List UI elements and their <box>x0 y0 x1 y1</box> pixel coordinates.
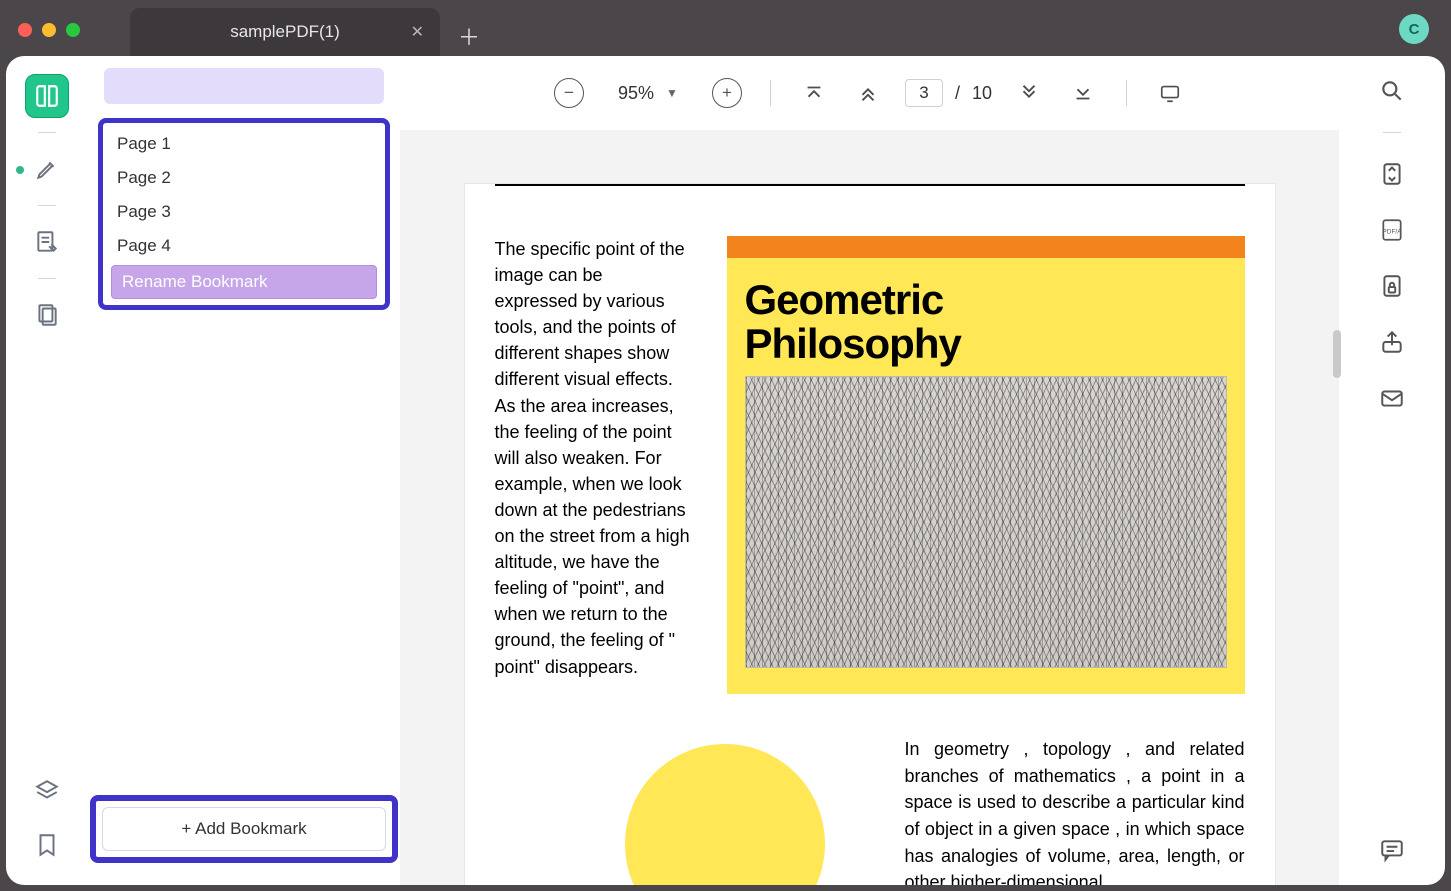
zoom-value: 95% <box>618 83 654 104</box>
total-pages: 10 <box>972 83 992 104</box>
bookmark-item[interactable]: Page 4 <box>107 229 381 263</box>
toolbar-divider <box>770 80 771 106</box>
next-page-button[interactable] <box>1012 76 1046 110</box>
zoom-in-button[interactable]: + <box>710 76 744 110</box>
app-window: Page 1 Page 2 Page 3 Page 4 Rename Bookm… <box>6 56 1445 885</box>
chevron-up-bar-icon <box>803 82 825 104</box>
search-icon <box>1379 78 1405 104</box>
chevrons-down-icon <box>1018 82 1040 104</box>
convert-icon <box>1379 161 1405 187</box>
share-button[interactable] <box>1375 325 1409 359</box>
hero-panel: Geometric Philosophy <box>727 258 1245 694</box>
document-tab[interactable]: samplePDF(1) ✕ <box>130 8 440 56</box>
prev-page-button[interactable] <box>851 76 885 110</box>
hero-title-line2: Philosophy <box>745 322 1227 366</box>
bookmarks-sidebar: Page 1 Page 2 Page 3 Page 4 Rename Bookm… <box>88 56 400 885</box>
titlebar: samplePDF(1) ✕ ＋ C <box>0 0 1451 60</box>
rail-divider <box>38 132 56 133</box>
document-viewport[interactable]: The specific point of the image can be e… <box>400 130 1339 885</box>
zoom-out-button[interactable]: − <box>552 76 586 110</box>
file-lock-icon <box>1379 273 1405 299</box>
chevron-down-icon: ▼ <box>666 86 678 100</box>
rename-bookmark-input[interactable]: Rename Bookmark <box>111 265 377 299</box>
svg-text:PDF/A: PDF/A <box>1382 228 1402 235</box>
add-bookmark-button[interactable]: + Add Bookmark <box>102 807 386 851</box>
new-tab-button[interactable]: ＋ <box>458 20 480 52</box>
pdfa-button[interactable]: PDF/A <box>1375 213 1409 247</box>
page-separator: / <box>955 83 960 104</box>
current-page-input[interactable]: 3 <box>905 79 943 107</box>
highlighter-tool-button[interactable] <box>25 147 69 191</box>
toolbar-divider <box>1126 80 1127 106</box>
user-avatar[interactable]: C <box>1399 14 1429 44</box>
presentation-icon <box>1159 82 1181 104</box>
hero-block: Geometric Philosophy <box>727 236 1245 694</box>
layers-button[interactable] <box>25 769 69 813</box>
maximize-window-button[interactable] <box>66 23 80 37</box>
pages-tool-button[interactable] <box>25 293 69 337</box>
chevrons-up-icon <box>857 82 879 104</box>
sidebar-search-input[interactable] <box>104 68 384 104</box>
zoom-select[interactable]: 95% ▼ <box>606 83 690 104</box>
highlighter-icon <box>34 156 60 182</box>
bookmark-button[interactable] <box>25 823 69 867</box>
bookmark-list-highlight: Page 1 Page 2 Page 3 Page 4 Rename Bookm… <box>98 118 390 310</box>
share-icon <box>1379 329 1405 355</box>
presentation-button[interactable] <box>1153 76 1187 110</box>
close-tab-icon[interactable]: ✕ <box>411 22 424 42</box>
left-tool-rail <box>6 56 88 885</box>
minimize-window-button[interactable] <box>42 23 56 37</box>
document-toolbar: − 95% ▼ + 3 / 10 <box>400 66 1339 120</box>
tab-title: samplePDF(1) <box>230 22 340 42</box>
active-indicator-dot <box>16 166 24 174</box>
edit-tool-button[interactable] <box>25 220 69 264</box>
comments-button[interactable] <box>1375 833 1409 867</box>
pdfa-icon: PDF/A <box>1379 217 1405 243</box>
hero-stripe <box>727 236 1245 258</box>
rail-divider <box>38 278 56 279</box>
comment-icon <box>1379 837 1405 863</box>
layers-icon <box>34 778 60 804</box>
rail-divider <box>38 205 56 206</box>
body-text-left: The specific point of the image can be e… <box>495 236 691 694</box>
bookmark-item[interactable]: Page 2 <box>107 161 381 195</box>
edit-document-icon <box>34 229 60 255</box>
search-button[interactable] <box>1375 74 1409 108</box>
first-page-button[interactable] <box>797 76 831 110</box>
convert-button[interactable] <box>1375 157 1409 191</box>
document-rule <box>495 184 1245 186</box>
page-indicator: 3 / 10 <box>905 79 992 107</box>
plus-circle-icon: + <box>712 78 742 108</box>
protect-button[interactable] <box>1375 269 1409 303</box>
bookmark-icon <box>34 832 60 858</box>
hero-title-line1: Geometric <box>745 278 1227 322</box>
close-window-button[interactable] <box>18 23 32 37</box>
minus-circle-icon: − <box>554 78 584 108</box>
chevron-down-bar-icon <box>1072 82 1094 104</box>
right-tool-rail: PDF/A <box>1339 56 1445 885</box>
mail-icon <box>1379 385 1405 411</box>
avatar-letter: C <box>1409 21 1420 38</box>
add-bookmark-highlight: + Add Bookmark <box>90 795 398 863</box>
yellow-circle-graphic <box>625 744 825 885</box>
document-page: The specific point of the image can be e… <box>465 184 1275 885</box>
bookmarks-panel-button[interactable] <box>25 74 69 118</box>
email-button[interactable] <box>1375 381 1409 415</box>
pages-icon <box>34 302 60 328</box>
bookmark-item[interactable]: Page 1 <box>107 127 381 161</box>
last-page-button[interactable] <box>1066 76 1100 110</box>
rail-divider <box>1383 132 1401 133</box>
window-controls <box>18 23 80 37</box>
book-open-icon <box>34 83 60 109</box>
bookmark-item[interactable]: Page 3 <box>107 195 381 229</box>
body-text-right: In geometry , topology , and related bra… <box>905 736 1245 885</box>
hero-image <box>745 376 1227 668</box>
